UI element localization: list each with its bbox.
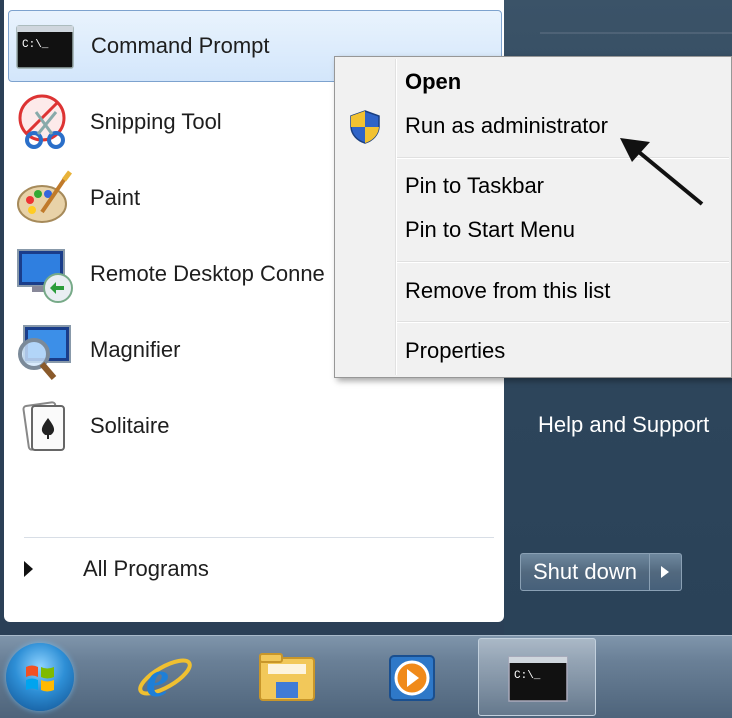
command-prompt-icon: C:\_ — [16, 25, 74, 69]
program-item-solitaire[interactable]: Solitaire — [8, 390, 502, 462]
all-programs-separator — [24, 537, 494, 538]
menu-item-pin-to-taskbar[interactable]: Pin to Taskbar — [405, 173, 544, 199]
program-label: Solitaire — [90, 413, 170, 438]
command-prompt-icon: C:\_ — [508, 656, 568, 702]
windows-logo-icon — [26, 665, 54, 692]
menu-item-open[interactable]: Open — [405, 69, 461, 95]
menu-separator — [397, 321, 729, 323]
program-label: Magnifier — [90, 337, 181, 362]
shutdown-group: Shut down — [520, 553, 682, 591]
all-programs-label: All Programs — [83, 556, 209, 581]
all-programs-button[interactable]: All Programs — [24, 552, 209, 586]
shutdown-options-arrow-icon[interactable] — [649, 553, 682, 591]
help-and-support-link[interactable]: Help and Support — [538, 412, 709, 438]
context-menu-gutter — [395, 59, 397, 375]
program-label: Paint — [90, 185, 141, 210]
solitaire-icon — [22, 401, 65, 451]
taskbar-command-prompt-button[interactable]: C:\_ — [478, 638, 596, 716]
media-player-icon[interactable] — [378, 644, 444, 710]
svg-text:C:\_: C:\_ — [22, 39, 49, 51]
uac-shield-icon — [350, 110, 380, 144]
svg-text:C:\_: C:\_ — [514, 670, 541, 682]
context-menu: Open Run as administrator Pin to Taskbar… — [334, 56, 732, 378]
magnifier-icon — [18, 325, 71, 380]
program-label: Remote Desktop Conne — [90, 261, 325, 286]
file-explorer-icon[interactable] — [254, 644, 320, 710]
program-label: Snipping Tool — [90, 109, 222, 134]
menu-separator — [397, 261, 729, 263]
right-pane-separator — [540, 32, 732, 34]
annotation-arrow-icon — [620, 138, 704, 206]
paint-icon — [17, 170, 72, 223]
menu-item-remove-from-list[interactable]: Remove from this list — [405, 278, 610, 304]
shutdown-button[interactable]: Shut down — [520, 553, 650, 591]
menu-item-properties[interactable]: Properties — [405, 338, 505, 364]
expand-triangle-icon — [24, 561, 33, 577]
remote-desktop-icon — [17, 249, 73, 303]
program-label: Command Prompt — [91, 33, 270, 58]
taskbar — [0, 635, 732, 718]
menu-item-run-as-administrator[interactable]: Run as administrator — [405, 113, 608, 139]
snipping-tool-icon — [18, 94, 66, 149]
menu-item-pin-to-start-menu[interactable]: Pin to Start Menu — [405, 217, 575, 243]
svg-text:e: e — [146, 651, 169, 708]
internet-explorer-icon[interactable]: e — [132, 644, 198, 710]
start-orb-icon[interactable] — [6, 643, 74, 711]
